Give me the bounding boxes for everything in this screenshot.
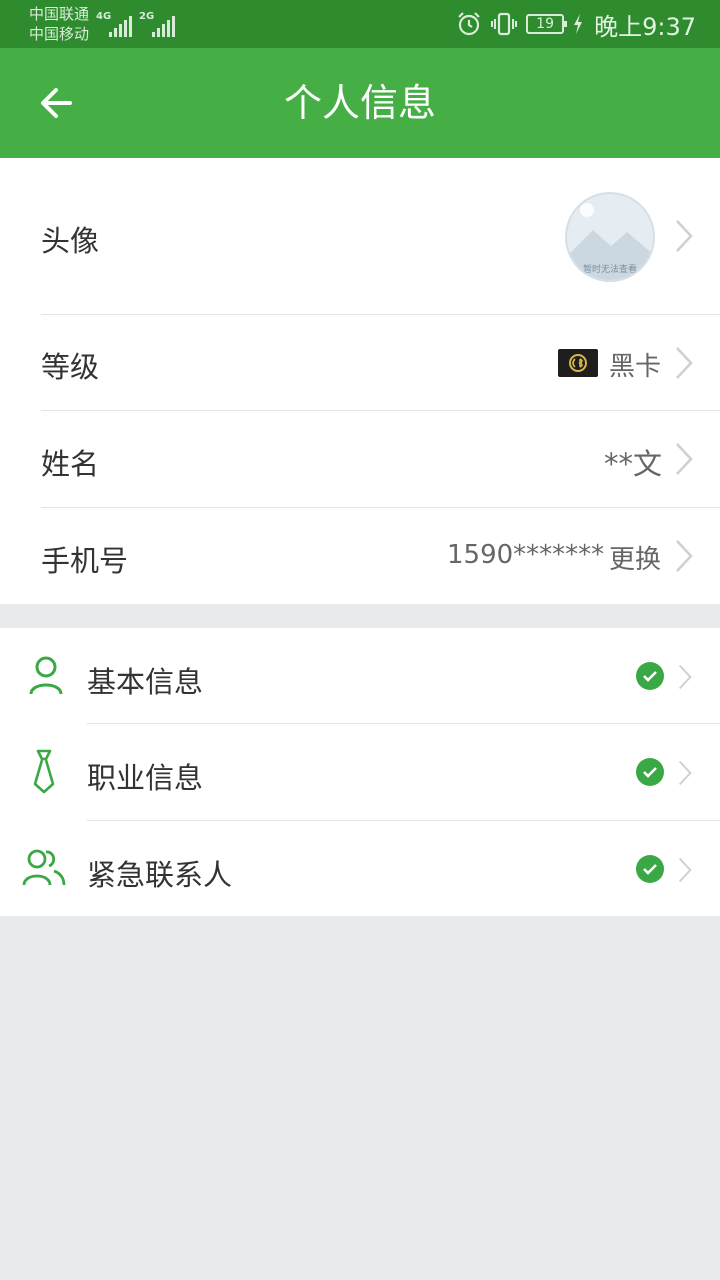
change-phone-button[interactable]: 更换 — [609, 539, 661, 576]
chevron-right-icon — [676, 540, 693, 572]
phone-row[interactable]: 手机号 1590******* 更换 — [0, 508, 720, 604]
name-value: **文 — [604, 447, 663, 481]
check-circle-icon — [636, 662, 664, 690]
clock: 晚上9:37 — [594, 12, 696, 41]
avatar-placeholder-text: 暂时无法查看 — [582, 265, 637, 275]
charging-icon — [574, 14, 583, 34]
battery-indicator: 19 — [526, 14, 568, 34]
info-sections-card: 基本信息 职业信息 紧急联系人 — [0, 628, 720, 916]
chevron-right-icon — [678, 857, 692, 883]
tie-icon — [33, 749, 55, 794]
chevron-right-icon — [676, 220, 693, 252]
black-card-icon — [558, 349, 598, 377]
profile-card: 头像 暂时无法查看 等级 黑卡 姓名 **文 手机号 1590******* 更… — [0, 158, 720, 604]
level-label: 等级 — [41, 350, 100, 384]
chevron-right-icon — [676, 443, 693, 475]
contacts-icon — [22, 849, 66, 886]
check-circle-icon — [636, 758, 664, 786]
app-bar: 个人信息 — [0, 48, 720, 158]
signal-2-icon: 2G — [139, 9, 179, 37]
name-label: 姓名 — [41, 447, 100, 481]
chevron-right-icon — [678, 760, 692, 786]
avatar[interactable]: 暂时无法查看 — [565, 192, 655, 282]
phone-value: 1590******* — [447, 540, 605, 570]
carrier-2: 中国移动 — [29, 25, 90, 43]
name-row[interactable]: 姓名 **文 — [0, 411, 720, 507]
carrier-names: 中国联通 中国移动 — [29, 4, 89, 44]
section-career-info[interactable]: 职业信息 — [0, 724, 720, 821]
status-right: 19 晚上9:37 — [456, 8, 696, 41]
level-row[interactable]: 等级 黑卡 — [0, 315, 720, 411]
avatar-row[interactable]: 头像 暂时无法查看 — [0, 158, 720, 314]
vibrate-icon — [491, 12, 518, 36]
chevron-right-icon — [678, 664, 692, 690]
chevron-right-icon — [676, 347, 693, 379]
section-label: 职业信息 — [87, 761, 204, 795]
section-label: 紧急联系人 — [87, 858, 233, 892]
page-title: 个人信息 — [283, 81, 436, 125]
check-circle-icon — [636, 855, 664, 883]
section-label: 基本信息 — [87, 665, 204, 699]
section-emergency-contacts[interactable]: 紧急联系人 — [0, 821, 720, 916]
section-basic-info[interactable]: 基本信息 — [0, 628, 720, 724]
level-value: 黑卡 — [609, 352, 662, 382]
phone-label: 手机号 — [41, 544, 129, 578]
status-bar: 中国联通 中国移动 4G 2G 19 晚上9:37 — [0, 0, 720, 48]
avatar-label: 头像 — [41, 224, 100, 258]
signal-1-icon: 4G — [96, 9, 136, 37]
carrier-1: 中国联通 — [29, 5, 90, 23]
alarm-icon — [458, 12, 480, 36]
user-icon — [29, 656, 63, 695]
